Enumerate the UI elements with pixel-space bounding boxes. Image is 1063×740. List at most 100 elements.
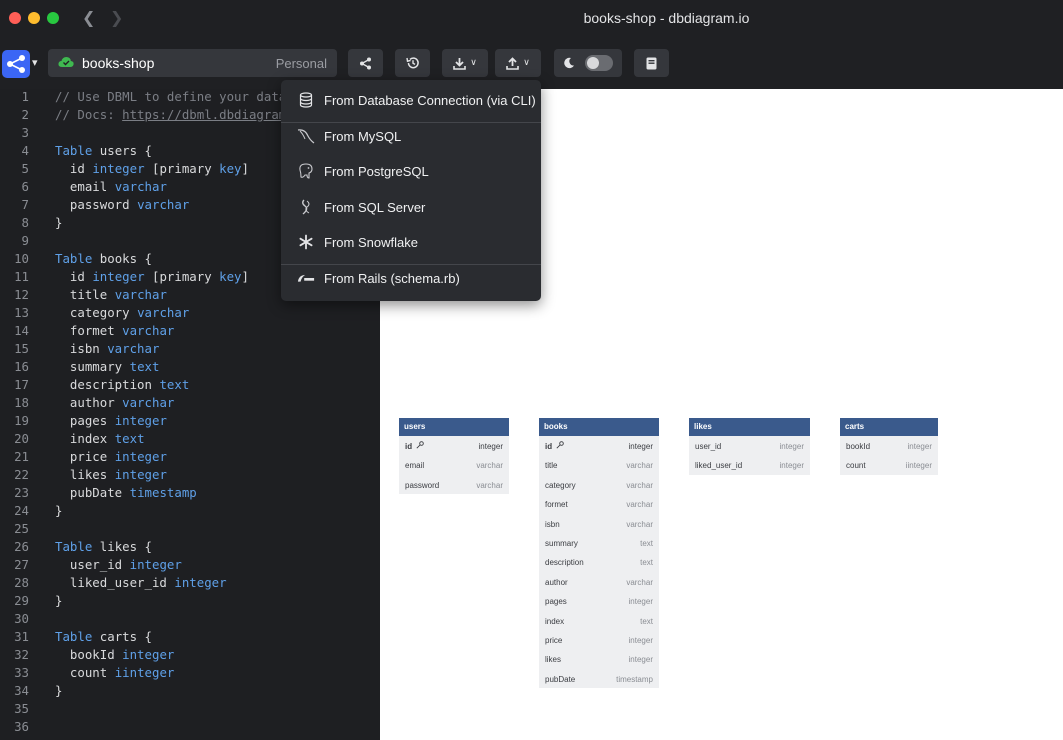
field-type: text [640,538,653,548]
code-line[interactable]: 28 liked_user_id integer [0,575,368,593]
code-text: id integer [primary key] [55,161,249,176]
upload-icon [506,56,520,70]
db-field-row[interactable]: id integer [539,436,659,455]
database-icon [297,92,315,108]
db-table-books[interactable]: books id integer title varchar category varcha… [539,418,659,689]
code-text: index text [55,431,145,446]
db-field-row[interactable]: bookId integer [840,436,938,455]
db-table-header[interactable]: likes [689,418,810,436]
db-field-row[interactable]: description text [539,552,659,571]
code-line[interactable]: 27 user_id integer [0,557,368,575]
code-line[interactable]: 33 count iinteger [0,665,368,683]
line-number: 21 [14,449,29,464]
db-field-row[interactable]: email varchar [399,455,509,474]
mysql-icon [297,128,315,144]
menu-item-postgresql[interactable]: From PostgreSQL [281,153,541,188]
db-table-header[interactable]: carts [840,418,938,436]
code-line[interactable]: 34} [0,683,368,701]
code-text: Table carts { [55,629,152,644]
db-field-row[interactable]: liked_user_id integer [689,455,810,474]
menu-item-mysql[interactable]: From MySQL [281,118,541,153]
db-field-row[interactable]: index text [539,611,659,630]
field-type: varchar [626,461,653,471]
line-number: 6 [21,179,29,194]
code-line[interactable]: 15 isbn varchar [0,341,368,359]
export-button[interactable]: ∨ [442,49,488,77]
db-field-row[interactable]: id integer [399,436,509,455]
project-selector[interactable]: books-shop Personal [48,49,337,77]
db-field-row[interactable]: password varchar [399,475,509,494]
code-token: id [55,161,93,176]
code-line[interactable]: 14 formet varchar [0,323,368,341]
toggle-switch[interactable] [585,55,613,71]
db-field-row[interactable]: category varchar [539,475,659,494]
code-line[interactable]: 24} [0,503,368,521]
chevron-down-icon[interactable]: ▾ [32,56,38,69]
code-token: books { [92,251,152,266]
code-line[interactable]: 36 [0,719,368,737]
field-name: id [545,442,553,451]
code-line[interactable]: 18 author varchar [0,395,368,413]
book-icon [646,57,657,69]
docs-link[interactable]: https://dbml.dbdiagram [122,107,286,122]
code-text: likes integer [55,467,167,482]
db-field-row[interactable]: price integer [539,630,659,649]
code-line[interactable]: 20 index text [0,431,368,449]
code-token: id [55,269,93,284]
code-line[interactable]: 23 pubDate timestamp [0,485,368,503]
import-button[interactable]: ∨ [495,49,541,77]
db-field-row[interactable]: author varchar [539,572,659,591]
db-field-row[interactable]: user_id integer [689,436,810,455]
line-number: 33 [14,665,29,680]
db-field-row[interactable]: count iinteger [840,455,938,474]
line-number: 11 [14,269,29,284]
menu-item-database-connection[interactable]: From Database Connection (via CLI) [281,82,541,117]
code-keyword: iinteger [114,665,175,680]
code-line[interactable]: 22 likes integer [0,467,368,485]
db-field-row[interactable]: pages integer [539,591,659,610]
field-name: author [545,577,568,587]
db-field-row[interactable]: title varchar [539,455,659,474]
field-type: integer [628,655,653,665]
code-line[interactable]: 29} [0,593,368,611]
app-window: ❮ ❯ books-shop - dbdiagram.io ▾ books-sh… [0,0,1063,740]
app-menu-button[interactable] [2,50,30,78]
menu-item-sql-server[interactable]: From SQL Server [281,189,541,224]
code-line[interactable]: 13 category varchar [0,305,368,323]
docs-button[interactable] [634,49,669,77]
db-field-row[interactable]: summary text [539,533,659,552]
code-line[interactable]: 16 summary text [0,359,368,377]
line-number: 29 [14,593,29,608]
code-line[interactable]: 21 price integer [0,449,368,467]
db-field-row[interactable]: isbn varchar [539,514,659,533]
share-button[interactable] [348,49,383,77]
db-table-header[interactable]: books [539,418,659,436]
field-type: varchar [476,461,503,471]
db-table-header[interactable]: users [399,418,509,436]
code-line[interactable]: 25 [0,521,368,539]
db-table-users[interactable]: users id integer email varchar password varcha… [399,418,509,495]
code-line[interactable]: 32 bookId integer [0,647,368,665]
line-number: 22 [14,467,29,482]
db-field-row[interactable]: formet varchar [539,494,659,513]
code-keyword: Table [55,539,93,554]
db-field-row[interactable]: pubDate timestamp [539,669,659,688]
code-line[interactable]: 31 Table carts { [0,629,368,647]
db-table-carts[interactable]: carts bookId integer count iinteger [840,418,938,475]
db-field-row[interactable]: likes integer [539,649,659,668]
code-line[interactable]: 26 Table likes { [0,539,368,557]
field-name: pubDate [545,674,576,684]
code-line[interactable]: 19 pages integer [0,413,368,431]
code-line[interactable]: 30 [0,611,368,629]
history-button[interactable] [395,49,430,77]
dark-mode-toggle[interactable] [554,49,622,77]
menu-item-rails[interactable]: From Rails (schema.rb) [281,260,541,295]
code-keyword: integer [174,575,227,590]
code-line[interactable]: 35 [0,701,368,719]
menu-item-snowflake[interactable]: From Snowflake [281,224,541,259]
code-text: liked_user_id integer [55,575,227,590]
db-table-likes[interactable]: likes user_id integer liked_user_id integer [689,418,810,475]
field-name: password [405,480,440,490]
code-line[interactable]: 17 description text [0,377,368,395]
code-text: password varchar [55,197,189,212]
